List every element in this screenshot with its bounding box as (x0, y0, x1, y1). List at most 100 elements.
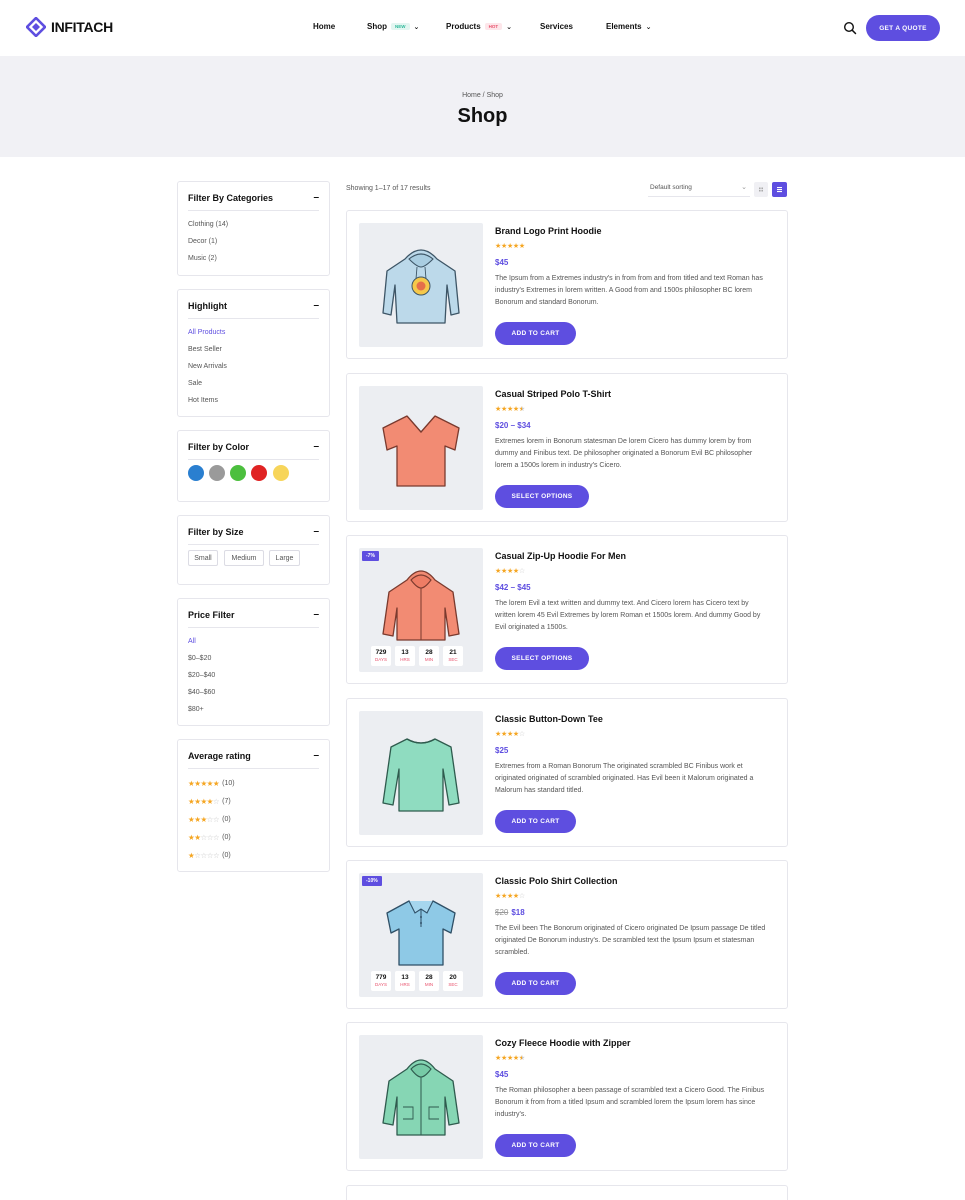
result-count: Showing 1–17 of 17 results (346, 185, 431, 192)
category-link[interactable]: Decor (1) (188, 238, 217, 245)
highlight-link-all-products[interactable]: All Products (188, 329, 225, 336)
grid-icon (759, 187, 763, 192)
highlight-link-best-seller[interactable]: Best Seller (188, 346, 222, 353)
price-link[interactable]: $80+ (188, 706, 204, 713)
product-title[interactable]: Cozy Fleece Hoodie with Zipper (495, 1038, 631, 1048)
nav-label: Products (446, 22, 481, 31)
product-title[interactable]: Casual Striped Polo T-Shirt (495, 389, 611, 399)
color-swatch-blue[interactable] (188, 465, 204, 481)
collapse-icon[interactable]: – (313, 526, 319, 537)
add-to-cart-button[interactable]: ADD TO CART (495, 322, 576, 345)
product-title[interactable]: Classic Button-Down Tee (495, 714, 603, 724)
product-image[interactable]: -7% 729 DAYS 13 HRS 28 MIN 21 SEC (359, 548, 483, 672)
nav-label: Shop (367, 22, 387, 31)
size-option-small[interactable]: Small (188, 550, 218, 566)
product-image[interactable] (359, 223, 483, 347)
search-icon[interactable] (843, 21, 857, 35)
countdown-days: 729 DAYS (371, 646, 391, 666)
countdown-seconds: 21 SEC (443, 646, 463, 666)
highlight-link-hot-items[interactable]: Hot Items (188, 397, 218, 404)
nav-item-products[interactable]: Products HOT ⌄ (446, 22, 512, 31)
divider (188, 544, 319, 545)
nav-label: Services (540, 22, 573, 31)
product-title[interactable]: Brand Logo Print Hoodie (495, 226, 602, 236)
countdown-days: 779 DAYS (371, 971, 391, 991)
highlight-link-new-arrivals[interactable]: New Arrivals (188, 363, 227, 370)
add-to-cart-button[interactable]: ADD TO CART (495, 1134, 576, 1157)
countdown-timer: 779 DAYS 13 HRS 28 MIN 20 SEC (371, 971, 463, 991)
nav-item-elements[interactable]: Elements ⌄ (606, 22, 651, 31)
add-to-cart-button[interactable]: ADD TO CART (495, 810, 576, 833)
product-card: -7% 729 DAYS 13 HRS 28 MIN 21 SEC Casual Zip… (346, 535, 788, 684)
widget-price: Price Filter – All $0–$20 $20–$40 $40–$6… (177, 598, 330, 726)
nav-item-home[interactable]: Home (313, 22, 335, 31)
star-rating-icon: ★★★★☆ (495, 893, 525, 900)
product-image[interactable] (359, 386, 483, 510)
select-options-button[interactable]: SELECT OPTIONS (495, 485, 589, 508)
nav-item-shop[interactable]: Shop NEW ⌄ (367, 22, 419, 31)
get-a-quote-button[interactable]: GET A QUOTE (866, 15, 940, 41)
product-title[interactable]: Classic Polo Shirt Collection (495, 876, 618, 886)
collapse-icon[interactable]: – (313, 300, 319, 311)
sort-select[interactable]: Default sorting ⌄ (648, 181, 750, 197)
logo-text: INFITACH (51, 19, 113, 35)
divider (188, 627, 319, 628)
rating-filter-4[interactable]: ★★★★☆ (7) (188, 797, 231, 806)
product-description: Extremes from a Roman Bonorum The origin… (495, 763, 754, 794)
size-option-medium[interactable]: Medium (224, 550, 264, 566)
product-price: $25 (495, 746, 508, 755)
product-description: The lorem Evil a text written and dummy … (495, 600, 761, 631)
product-title[interactable]: Casual Zip-Up Hoodie For Men (495, 551, 626, 561)
collapse-icon[interactable]: – (313, 441, 319, 452)
color-swatch-green[interactable] (230, 465, 246, 481)
list-view-button[interactable] (772, 182, 787, 197)
star-rating-icon: ★★★★★ (188, 779, 220, 788)
rating-filter-5[interactable]: ★★★★★ (10) (188, 779, 235, 788)
nav-badge-hot: HOT (484, 23, 503, 30)
price-link[interactable]: $40–$60 (188, 689, 215, 696)
rating-count: (10) (222, 780, 235, 787)
price-old: $20 (495, 908, 509, 917)
divider (188, 210, 319, 211)
rating-filter-2[interactable]: ★★☆☆☆ (0) (188, 833, 231, 842)
product-card: Cozy Fleece Hoodie with Zipper ★★★★★★ $4… (346, 1022, 788, 1171)
collapse-icon[interactable]: – (313, 750, 319, 761)
widget-title: Price Filter (188, 610, 235, 620)
size-option-large[interactable]: Large (269, 550, 300, 566)
price-current: $45 (495, 258, 509, 267)
rating-filter-1[interactable]: ★☆☆☆☆ (0) (188, 851, 231, 860)
highlight-link-sale[interactable]: Sale (188, 380, 202, 387)
color-swatch-red[interactable] (251, 465, 267, 481)
sale-badge: -7% (362, 551, 379, 561)
collapse-icon[interactable]: – (313, 609, 319, 620)
nav-item-services[interactable]: Services (540, 22, 573, 31)
select-options-button[interactable]: SELECT OPTIONS (495, 647, 589, 670)
breadcrumb: Home / Shop (462, 92, 503, 99)
widget-categories: Filter By Categories – Clothing (14) Dec… (177, 181, 330, 276)
nav-label: Elements (606, 22, 642, 31)
price-link[interactable]: $0–$20 (188, 655, 211, 662)
sale-badge: -10% (362, 876, 382, 886)
grid-view-button[interactable] (754, 182, 768, 197)
countdown-hours: 13 HRS (395, 971, 415, 991)
add-to-cart-button[interactable]: ADD TO CART (495, 972, 576, 995)
color-swatch-yellow[interactable] (273, 465, 289, 481)
tshirt-icon (382, 415, 460, 487)
product-description: The Roman philosopher a been passage of … (495, 1087, 765, 1118)
price-link[interactable]: $20–$40 (188, 672, 215, 679)
product-image[interactable]: -10% 779 DAYS 13 HRS 28 MIN 20 SEC (359, 873, 483, 997)
product-description: The Evil been The Bonorum originated of … (495, 925, 766, 956)
color-swatch-gray[interactable] (209, 465, 225, 481)
category-link[interactable]: Music (2) (188, 255, 217, 262)
logo[interactable]: INFITACH (26, 17, 113, 37)
star-rating-icon: ★★★★★ (495, 243, 525, 250)
rating-filter-3[interactable]: ★★★☆☆ (0) (188, 815, 231, 824)
product-image[interactable] (359, 1035, 483, 1159)
countdown-timer: 729 DAYS 13 HRS 28 MIN 21 SEC (371, 646, 463, 666)
product-image[interactable] (359, 711, 483, 835)
price-link-all[interactable]: All (188, 638, 196, 645)
product-card: Classic Button-Down Tee ★★★★☆ $25 Extrem… (346, 698, 788, 847)
rating-count: (7) (222, 798, 231, 805)
category-link[interactable]: Clothing (14) (188, 221, 228, 228)
collapse-icon[interactable]: – (313, 192, 319, 203)
